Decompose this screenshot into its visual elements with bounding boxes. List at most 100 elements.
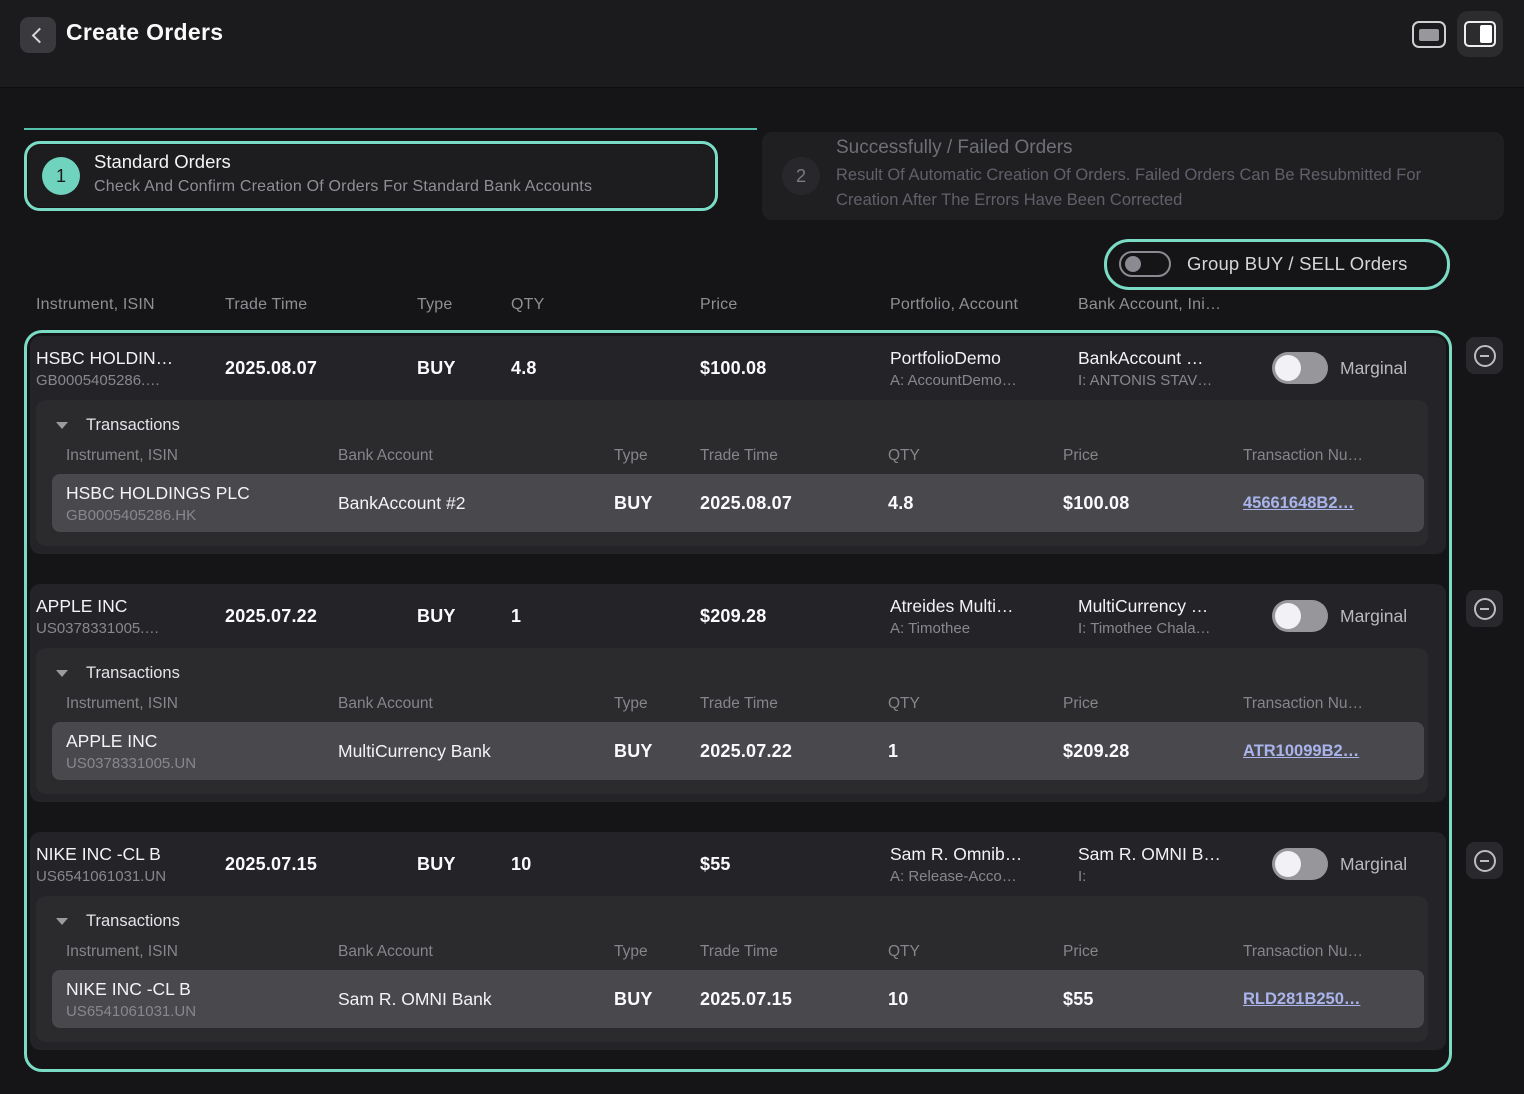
order-portfolio: Atreides Multi… A: Timothee bbox=[890, 596, 1078, 637]
transaction-row: HSBC HOLDINGS PLC GB0005405286.HK BankAc… bbox=[52, 474, 1424, 532]
split-view-button[interactable] bbox=[1457, 11, 1503, 57]
header-qty: QTY bbox=[511, 296, 700, 314]
transaction-type: BUY bbox=[614, 493, 700, 514]
header-portfolio: Portfolio, Account bbox=[890, 296, 1078, 314]
transaction-row: APPLE INC US0378331005.UN MultiCurrency … bbox=[52, 722, 1424, 780]
transaction-qty: 1 bbox=[888, 741, 1063, 762]
transactions-label: Transactions bbox=[86, 416, 180, 435]
header-price: Price bbox=[700, 296, 890, 314]
toggle-knob bbox=[1275, 603, 1301, 629]
order-bank-account: Sam R. OMNI B… I: bbox=[1078, 844, 1263, 885]
marginal-cell: Marginal bbox=[1263, 848, 1446, 880]
transaction-trade-time: 2025.08.07 bbox=[700, 493, 888, 514]
order-row: NIKE INC -CL B US6541061031.UN 2025.07.1… bbox=[30, 832, 1446, 896]
group-buy-sell-toggle[interactable] bbox=[1119, 251, 1171, 277]
transaction-row: NIKE INC -CL B US6541061031.UN Sam R. OM… bbox=[52, 970, 1424, 1028]
back-button[interactable] bbox=[20, 17, 56, 53]
marginal-toggle[interactable] bbox=[1272, 352, 1328, 384]
orders-table-header: Instrument, ISIN Trade Time Type QTY Pri… bbox=[36, 296, 1436, 314]
order-trade-time: 2025.07.15 bbox=[225, 854, 417, 875]
order-type: BUY bbox=[417, 606, 511, 627]
marginal-label: Marginal bbox=[1340, 606, 1407, 627]
order-qty: 10 bbox=[511, 854, 700, 875]
order-bank-account: BankAccount … I: ANTONIS STAV… bbox=[1078, 348, 1263, 389]
group-buy-sell-label: Group BUY / SELL Orders bbox=[1187, 253, 1408, 275]
header-trade-time: Trade Time bbox=[225, 296, 417, 314]
toggle-knob bbox=[1125, 256, 1141, 272]
panel-fill bbox=[1419, 29, 1439, 41]
top-bar: Create Orders bbox=[0, 0, 1524, 88]
transaction-trade-time: 2025.07.22 bbox=[700, 741, 888, 762]
split-view-icon bbox=[1464, 21, 1496, 47]
order-type: BUY bbox=[417, 358, 511, 379]
step-success-failed-orders: 2 Successfully / Failed Orders Result Of… bbox=[762, 132, 1504, 220]
transaction-price: $209.28 bbox=[1063, 741, 1243, 762]
marginal-cell: Marginal bbox=[1263, 600, 1446, 632]
remove-order-button[interactable] bbox=[1466, 337, 1503, 374]
transaction-bank-account: Sam R. OMNI Bank bbox=[338, 989, 614, 1010]
toggle-knob bbox=[1275, 851, 1301, 877]
order-portfolio: PortfolioDemo A: AccountDemo… bbox=[890, 348, 1078, 389]
transaction-bank-account: MultiCurrency Bank bbox=[338, 741, 614, 762]
orders-list: HSBC HOLDIN… GB0005405286.… 2025.08.07 B… bbox=[30, 336, 1446, 1050]
step1-subtitle: Check And Confirm Creation Of Orders For… bbox=[94, 178, 592, 196]
transaction-trade-time: 2025.07.15 bbox=[700, 989, 888, 1010]
order-price: $100.08 bbox=[700, 358, 890, 379]
transactions-table-header: Instrument, ISIN Bank Account Type Trade… bbox=[36, 688, 1428, 720]
order-trade-time: 2025.07.22 bbox=[225, 606, 417, 627]
order-instrument: NIKE INC -CL B US6541061031.UN bbox=[36, 844, 225, 885]
transaction-bank-account: BankAccount #2 bbox=[338, 493, 614, 514]
transactions-table-header: Instrument, ISIN Bank Account Type Trade… bbox=[36, 440, 1428, 472]
chevron-left-icon bbox=[32, 27, 48, 43]
transactions-section: Transactions Instrument, ISIN Bank Accou… bbox=[36, 648, 1428, 794]
transactions-expander[interactable]: Transactions bbox=[36, 906, 1428, 936]
order-bank-account: MultiCurrency … I: Timothee Chala… bbox=[1078, 596, 1263, 637]
chevron-down-icon bbox=[56, 422, 68, 429]
transaction-instrument: APPLE INC US0378331005.UN bbox=[66, 731, 338, 772]
transaction-instrument: NIKE INC -CL B US6541061031.UN bbox=[66, 979, 338, 1020]
header-type: Type bbox=[417, 296, 511, 314]
order-instrument: HSBC HOLDIN… GB0005405286.… bbox=[36, 348, 225, 389]
transaction-number-link[interactable]: ATR10099B2… bbox=[1243, 742, 1359, 760]
transactions-expander[interactable]: Transactions bbox=[36, 658, 1428, 688]
toggle-knob bbox=[1275, 355, 1301, 381]
order-qty: 4.8 bbox=[511, 358, 700, 379]
marginal-toggle[interactable] bbox=[1272, 848, 1328, 880]
remove-order-button[interactable] bbox=[1466, 590, 1503, 627]
chevron-down-icon bbox=[56, 670, 68, 677]
order-row: APPLE INC US0378331005.… 2025.07.22 BUY … bbox=[30, 584, 1446, 648]
header-bank-account: Bank Account, Ini… bbox=[1078, 296, 1263, 314]
order-price: $209.28 bbox=[700, 606, 890, 627]
order-card: HSBC HOLDIN… GB0005405286.… 2025.08.07 B… bbox=[30, 336, 1446, 554]
order-price: $55 bbox=[700, 854, 890, 875]
window-panel-icon[interactable] bbox=[1412, 21, 1446, 48]
split-view-half bbox=[1480, 25, 1492, 43]
order-card: NIKE INC -CL B US6541061031.UN 2025.07.1… bbox=[30, 832, 1446, 1050]
order-row: HSBC HOLDIN… GB0005405286.… 2025.08.07 B… bbox=[30, 336, 1446, 400]
transaction-price: $55 bbox=[1063, 989, 1243, 1010]
transaction-type: BUY bbox=[614, 989, 700, 1010]
remove-order-button[interactable] bbox=[1466, 842, 1503, 879]
marginal-toggle[interactable] bbox=[1272, 600, 1328, 632]
marginal-cell: Marginal bbox=[1263, 352, 1446, 384]
group-buy-sell-row: Group BUY / SELL Orders bbox=[1119, 251, 1408, 277]
marginal-label: Marginal bbox=[1340, 854, 1407, 875]
transactions-section: Transactions Instrument, ISIN Bank Accou… bbox=[36, 896, 1428, 1042]
transaction-price: $100.08 bbox=[1063, 493, 1243, 514]
order-card: APPLE INC US0378331005.… 2025.07.22 BUY … bbox=[30, 584, 1446, 802]
order-type: BUY bbox=[417, 854, 511, 875]
transactions-table-header: Instrument, ISIN Bank Account Type Trade… bbox=[36, 936, 1428, 968]
order-qty: 1 bbox=[511, 606, 700, 627]
transactions-section: Transactions Instrument, ISIN Bank Accou… bbox=[36, 400, 1428, 546]
transactions-label: Transactions bbox=[86, 664, 180, 683]
minus-circle-icon bbox=[1474, 598, 1496, 620]
step1-badge: 1 bbox=[42, 157, 80, 195]
minus-circle-icon bbox=[1474, 345, 1496, 367]
step2-badge: 2 bbox=[782, 157, 820, 195]
transactions-expander[interactable]: Transactions bbox=[36, 410, 1428, 440]
transaction-number-link[interactable]: RLD281B250… bbox=[1243, 990, 1360, 1008]
order-instrument: APPLE INC US0378331005.… bbox=[36, 596, 225, 637]
step-standard-orders[interactable]: 1 Standard Orders Check And Confirm Crea… bbox=[28, 145, 714, 207]
transaction-number-link[interactable]: 45661648B2… bbox=[1243, 494, 1354, 512]
step2-subtitle: Result Of Automatic Creation Of Orders. … bbox=[836, 163, 1456, 213]
